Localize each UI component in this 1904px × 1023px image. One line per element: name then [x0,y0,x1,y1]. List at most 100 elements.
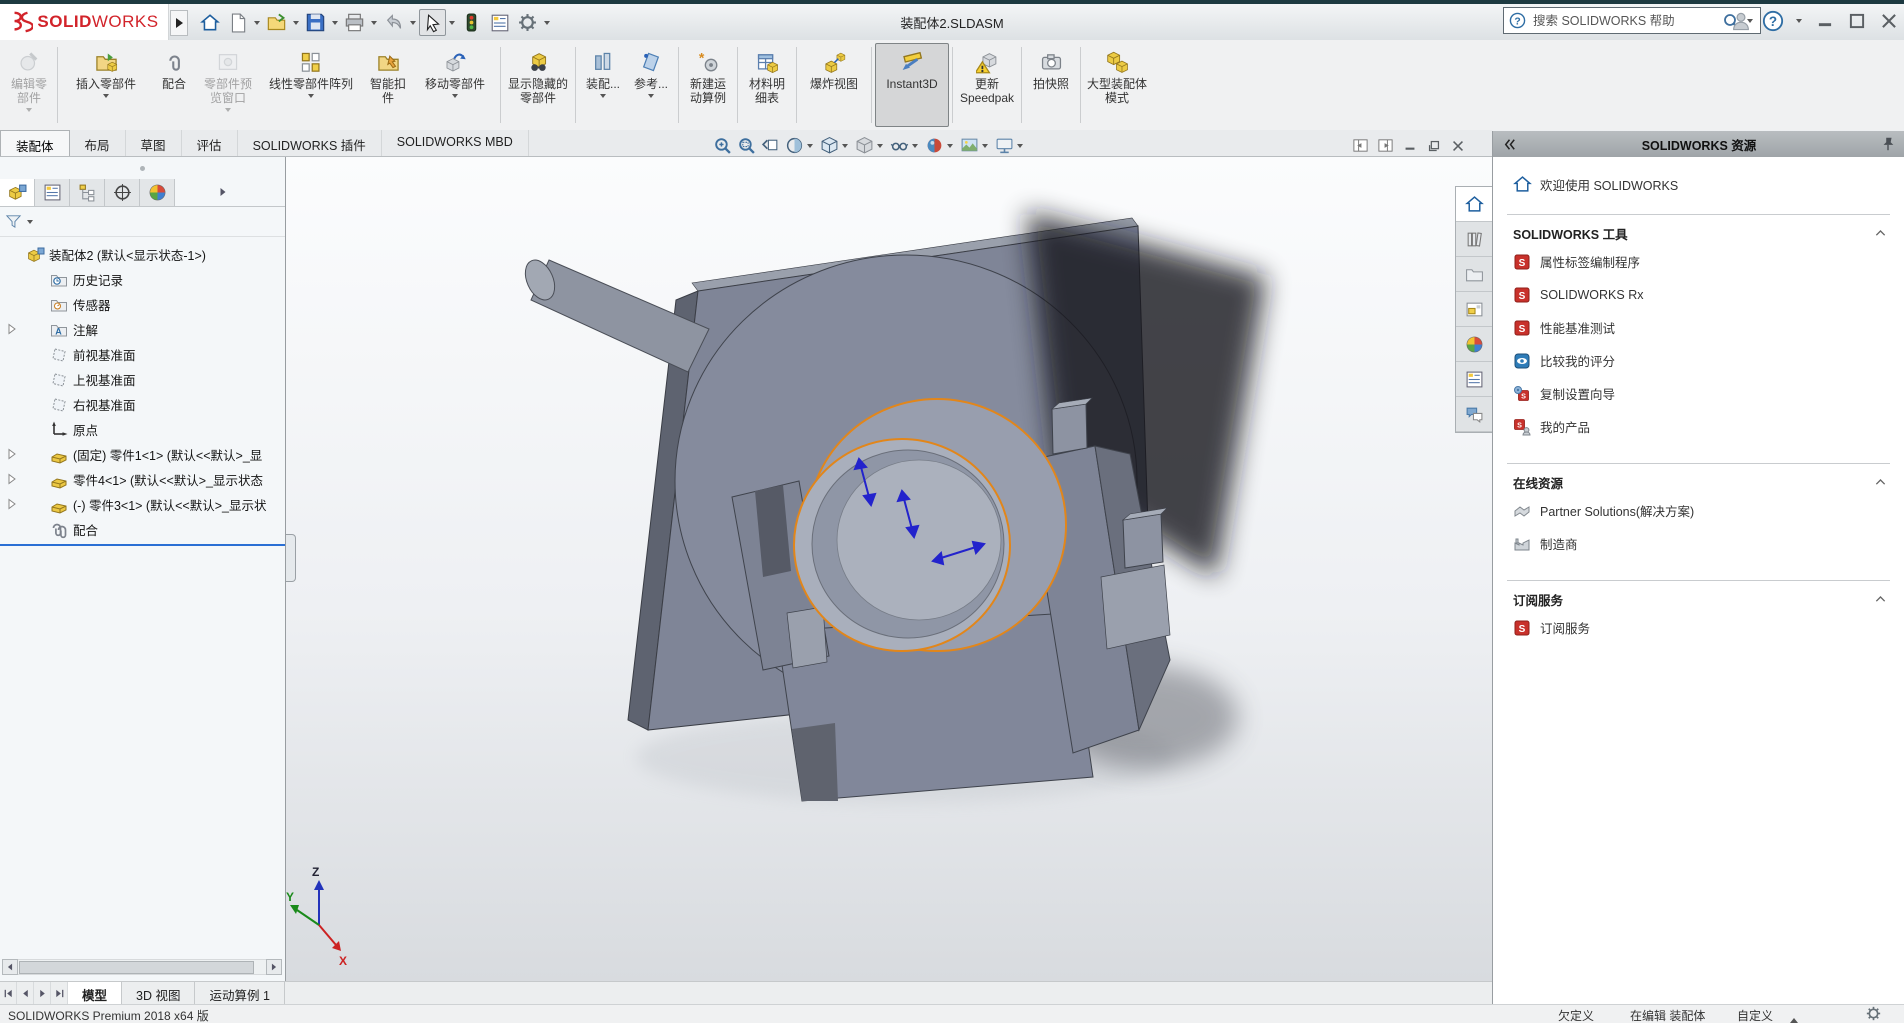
previous-view-button[interactable] [760,135,781,156]
tabs-overflow-arrow[interactable] [217,185,229,203]
options-dropdown[interactable] [544,21,550,25]
taskpane-item-compare-my-score[interactable]: 比较我的评分 [1493,344,1904,377]
ribbon-button-edit-component[interactable]: 编辑零部件 [4,43,54,127]
help-dropdown[interactable] [1796,19,1802,23]
panel-resize-handle[interactable] [0,157,285,179]
ribbon-button-exploded-view[interactable]: 爆炸视图 [800,43,868,127]
ribbon-button-mate[interactable]: 配合 [151,43,197,127]
file-properties-button[interactable] [486,9,513,36]
tree-horizontal-scrollbar[interactable] [2,959,282,974]
close-icon[interactable] [1878,10,1900,32]
tree-item-part4[interactable]: 零件4<1> (默认<<默认>_显示状态 [0,467,285,492]
status-custom-caret[interactable] [1790,1012,1798,1023]
print-button[interactable] [341,9,368,36]
print-dropdown[interactable] [371,21,377,25]
select-button[interactable] [419,9,446,36]
open-file-button[interactable] [263,9,290,36]
status-options-button[interactable] [1866,1006,1881,1023]
panel-splitter-handle[interactable] [286,534,296,582]
display-style-button[interactable] [854,135,886,156]
tab-scroll-left[interactable] [17,982,34,1004]
minimize-icon[interactable] [1814,10,1836,32]
tab-property-manager[interactable] [35,179,70,206]
select-dropdown[interactable] [449,21,455,25]
expand-arrow-icon[interactable] [6,448,18,463]
taskpane-tab-view-palette[interactable] [1456,292,1492,327]
tab-assembly[interactable]: 装配体 [0,130,70,156]
scroll-left-button[interactable] [2,959,18,975]
ribbon-button-bill-of-materials[interactable]: 材料明细表 [741,43,793,127]
menu-flyout-arrow[interactable] [170,10,188,36]
tree-item-origin[interactable]: 原点 [0,417,285,442]
taskpane-tab-file-explorer[interactable] [1456,257,1492,292]
tab-dimxpert-manager[interactable] [105,179,140,206]
filter-icon[interactable] [5,213,22,230]
ribbon-button-linear-pattern[interactable]: 线性零部件阵列 [259,43,363,127]
login-person-icon[interactable] [1730,10,1752,32]
view-settings-button[interactable] [994,135,1026,156]
rebuild-button[interactable] [458,9,485,36]
viewport-minimize-icon[interactable] [1402,138,1418,154]
tree-item-part1[interactable]: (固定) 零件1<1> (默认<<默认>_显 [0,442,285,467]
help-icon[interactable] [1762,10,1784,32]
tree-item-sensors[interactable]: 传感器 [0,292,285,317]
tree-item-top-plane[interactable]: 上视基准面 [0,367,285,392]
scrollbar-track[interactable] [18,959,266,975]
taskpane-tab-forum[interactable] [1456,397,1492,432]
scroll-right-button[interactable] [266,959,282,975]
status-custom[interactable]: 自定义 [1737,1007,1773,1023]
taskpane-item-my-products[interactable]: 我的产品 [1493,410,1904,443]
home-button[interactable] [196,9,223,36]
save-button[interactable] [302,9,329,36]
section-header-tools[interactable]: SOLIDWORKS 工具 [1493,215,1904,245]
taskpane-item-partner-solutions[interactable]: Partner Solutions(解决方案) [1493,494,1904,527]
view-orientation-button[interactable] [819,135,851,156]
undo-button[interactable] [380,9,407,36]
tab-sketch[interactable]: 草图 [126,130,182,156]
taskpane-tab-custom-properties[interactable] [1456,362,1492,397]
search-input[interactable] [1531,13,1717,29]
tab-motion-study-1[interactable]: 运动算例 1 [195,982,284,1004]
ribbon-button-take-snapshot[interactable]: 拍快照 [1025,43,1077,127]
graphics-viewport[interactable]: Z Y X [286,157,1492,981]
ribbon-button-assembly-features[interactable]: 装配... [579,43,627,127]
new-file-button[interactable] [224,9,251,36]
save-dropdown[interactable] [332,21,338,25]
ribbon-button-component-preview[interactable]: 零部件预览窗口 [197,43,259,127]
zoom-fit-button[interactable] [712,135,733,156]
viewport-close-icon[interactable] [1450,138,1466,154]
taskpane-item-performance-benchmark[interactable]: 性能基准测试 [1493,311,1904,344]
ribbon-button-show-hidden-components[interactable]: 显示隐藏的零部件 [504,43,572,127]
taskpane-item-copy-settings-wizard[interactable]: 复制设置向导 [1493,377,1904,410]
taskpane-item-solidworks-rx[interactable]: SOLIDWORKS Rx [1493,278,1904,311]
taskpane-tab-resources[interactable] [1456,187,1492,222]
expand-arrow-icon[interactable] [6,323,18,338]
tab-scroll-last[interactable] [51,982,68,1004]
split-right-icon[interactable] [1377,137,1394,154]
taskpane-tab-design-library[interactable] [1456,222,1492,257]
apply-scene-button[interactable] [959,135,991,156]
filter-dropdown[interactable] [27,220,33,224]
split-left-icon[interactable] [1352,137,1369,154]
tab-configuration-manager[interactable] [70,179,105,206]
tab-scroll-right[interactable] [34,982,51,1004]
tab-evaluate[interactable]: 评估 [182,130,238,156]
ribbon-button-instant3d[interactable]: Instant3D [875,43,949,127]
tab-layout[interactable]: 布局 [70,130,126,156]
expand-arrow-icon[interactable] [6,473,18,488]
tab-feature-tree[interactable] [0,179,35,206]
tree-root-assembly[interactable]: 装配体2 (默认<显示状态-1>) [0,242,285,267]
ribbon-button-reference-geometry[interactable]: 参考... [627,43,675,127]
welcome-link[interactable]: 欢迎使用 SOLIDWORKS [1513,175,1904,194]
hide-show-items-button[interactable] [889,135,921,156]
model-3d[interactable]: Z Y X [286,157,1492,981]
new-file-dropdown[interactable] [254,21,260,25]
undo-dropdown[interactable] [410,21,416,25]
options-button[interactable] [514,9,541,36]
tab-display-manager[interactable] [140,179,175,206]
ribbon-button-new-motion-study[interactable]: 新建运动算例 [682,43,734,127]
tree-item-annotations[interactable]: 注解 [0,317,285,342]
section-view-button[interactable] [784,135,816,156]
viewport-restore-icon[interactable] [1426,138,1442,154]
taskpane-item-property-tab-builder[interactable]: 属性标签编制程序 [1493,245,1904,278]
